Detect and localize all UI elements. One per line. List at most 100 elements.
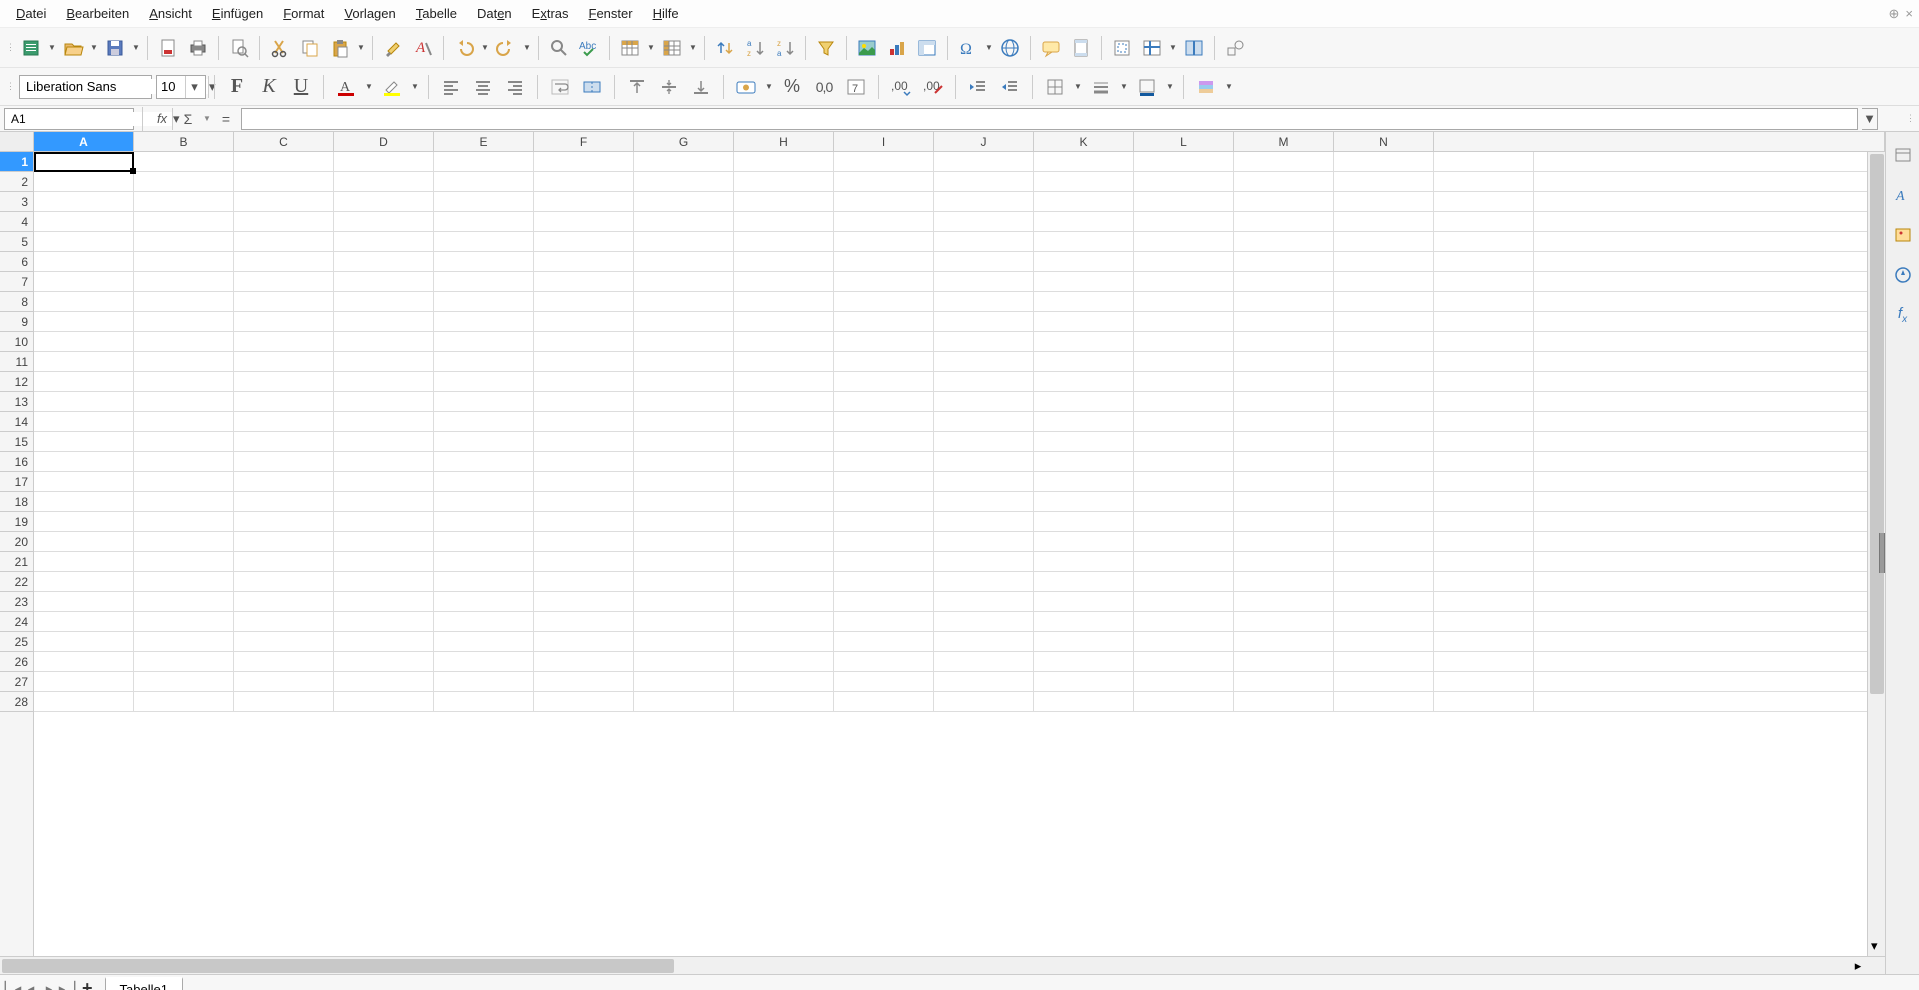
cell[interactable] [834,652,934,671]
column-header[interactable]: B [134,132,234,151]
column-header[interactable]: N [1334,132,1434,151]
column-header[interactable]: J [934,132,1034,151]
cell[interactable] [434,152,534,171]
conditional-format-dropdown[interactable]: ▼ [1224,82,1234,91]
sheet-tab[interactable]: Tabelle1 [105,977,183,990]
cell[interactable] [934,172,1034,191]
fill-handle[interactable] [130,168,136,174]
row-header[interactable]: 19 [0,512,33,532]
cell[interactable] [1034,352,1134,371]
cell[interactable] [34,232,134,251]
cell[interactable] [234,392,334,411]
cell[interactable] [1434,412,1534,431]
cell[interactable] [1234,152,1334,171]
cell[interactable] [934,472,1034,491]
cell[interactable] [34,492,134,511]
cell[interactable] [134,332,234,351]
define-print-area-button[interactable] [1108,34,1136,62]
cell[interactable] [634,172,734,191]
date-format-button[interactable]: 7 [842,73,870,101]
remove-decimal-button[interactable]: ,00 [919,73,947,101]
menu-datei[interactable]: Datei [6,3,56,24]
cell[interactable] [634,352,734,371]
border-color-button[interactable] [1133,73,1161,101]
cell[interactable] [334,252,434,271]
cell[interactable] [934,372,1034,391]
cell[interactable] [234,272,334,291]
cell[interactable] [1134,692,1234,711]
column-header[interactable]: C [234,132,334,151]
row-dropdown[interactable]: ▼ [646,43,656,52]
cell[interactable] [934,152,1034,171]
cell[interactable] [1134,192,1234,211]
row-button[interactable] [616,34,644,62]
column-header[interactable]: G [634,132,734,151]
cell[interactable] [434,532,534,551]
cell[interactable] [1234,172,1334,191]
cell[interactable] [434,512,534,531]
cell[interactable] [1234,492,1334,511]
cell[interactable] [1434,372,1534,391]
cell[interactable] [434,172,534,191]
cell[interactable] [1234,652,1334,671]
cell[interactable] [334,352,434,371]
cell[interactable] [834,272,934,291]
cell[interactable] [1034,572,1134,591]
clear-formatting-button[interactable]: A [409,34,437,62]
cell[interactable] [234,552,334,571]
print-button[interactable] [184,34,212,62]
cell[interactable] [34,572,134,591]
cell[interactable] [734,412,834,431]
cell[interactable] [634,312,734,331]
cell[interactable] [34,552,134,571]
save-button[interactable] [101,34,129,62]
copy-button[interactable] [296,34,324,62]
cell[interactable] [34,592,134,611]
cell[interactable] [934,312,1034,331]
cell[interactable] [1334,672,1434,691]
cell[interactable] [1334,272,1434,291]
cell[interactable] [34,292,134,311]
cell[interactable] [734,332,834,351]
cell[interactable] [834,672,934,691]
cell[interactable] [434,332,534,351]
cell[interactable] [334,532,434,551]
sort-za-button[interactable]: za [771,34,799,62]
bold-button[interactable]: F [223,73,251,101]
cell[interactable] [934,252,1034,271]
cell[interactable] [634,412,734,431]
cell[interactable] [1134,532,1234,551]
new-doc-button[interactable] [17,34,45,62]
cell[interactable] [134,452,234,471]
cell[interactable] [1334,572,1434,591]
cell[interactable] [1334,652,1434,671]
cell[interactable] [1434,592,1534,611]
cell[interactable] [1134,152,1234,171]
cell[interactable] [1134,232,1234,251]
cell[interactable] [634,552,734,571]
cell[interactable] [1034,672,1134,691]
cell[interactable] [1234,332,1334,351]
row-header[interactable]: 18 [0,492,33,512]
menu-extras[interactable]: Extras [522,3,579,24]
add-decimal-button[interactable]: ,00 [887,73,915,101]
special-char-dropdown[interactable]: ▼ [984,43,994,52]
cell[interactable] [1234,312,1334,331]
cell[interactable] [1034,552,1134,571]
cell[interactable] [234,412,334,431]
cell[interactable] [834,192,934,211]
cell[interactable] [934,352,1034,371]
cell[interactable] [334,312,434,331]
borders-button[interactable] [1041,73,1069,101]
export-pdf-button[interactable] [154,34,182,62]
paste-button[interactable] [326,34,354,62]
cell[interactable] [134,172,234,191]
cell[interactable] [1134,592,1234,611]
cell[interactable] [1434,572,1534,591]
row-header[interactable]: 7 [0,272,33,292]
cell[interactable] [334,592,434,611]
cell[interactable] [634,252,734,271]
align-center-button[interactable] [469,73,497,101]
cell[interactable] [1334,612,1434,631]
cell[interactable] [134,512,234,531]
